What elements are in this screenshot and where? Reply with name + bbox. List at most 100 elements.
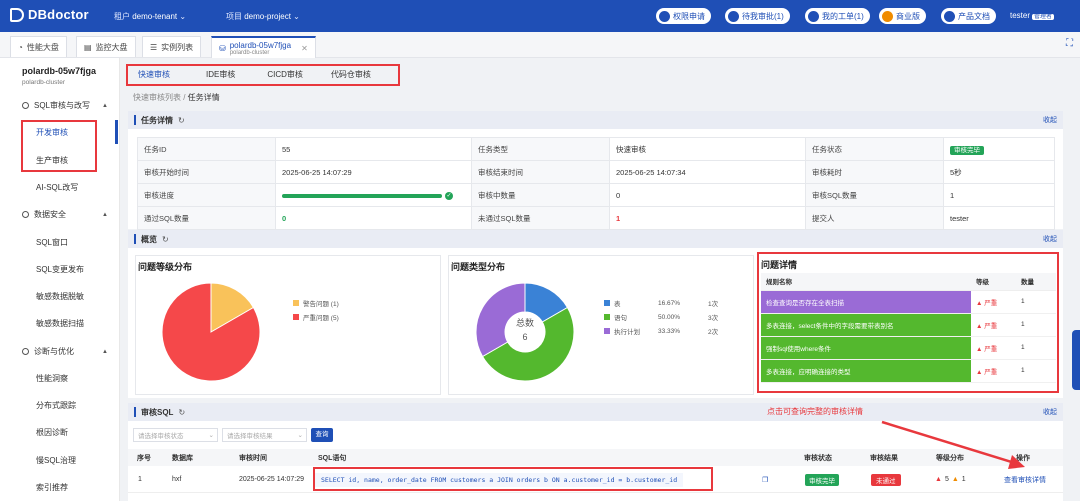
pending-approval-button[interactable]: 待我审批(1) bbox=[725, 8, 790, 24]
row-no: 1 bbox=[138, 476, 142, 483]
logo-icon bbox=[10, 7, 24, 22]
legend-item[interactable]: 警告问题 (1) bbox=[293, 298, 339, 308]
annotation-text: 点击可查询完整的审核详情 bbox=[767, 407, 863, 416]
float-side-tab[interactable] bbox=[1072, 330, 1080, 390]
refresh-icon[interactable]: ↻ bbox=[162, 235, 169, 244]
sidebar-group-data-security[interactable]: 数据安全 ▲ bbox=[22, 209, 108, 220]
collapse-button[interactable]: 收起 bbox=[1043, 234, 1057, 244]
sidebar-group-diagnosis[interactable]: 诊断与优化 ▲ bbox=[22, 346, 108, 357]
label-in-review: 审核中数量 bbox=[471, 183, 610, 207]
chevron-down-icon: ⌄ bbox=[179, 12, 187, 21]
sidebar-item-data-scan[interactable]: 敏感数据扫描 bbox=[36, 318, 84, 329]
value-duration: 5秒 bbox=[943, 160, 1055, 184]
legend-swatch bbox=[293, 314, 299, 320]
rule-count: 1 bbox=[1016, 313, 1056, 337]
tab-cicd-review[interactable]: CICD审核 bbox=[257, 64, 313, 86]
tab-performance-dashboard[interactable]: ◔ 性能大盘 bbox=[10, 36, 67, 57]
tab-monitor-dashboard[interactable]: ▤ 监控大盘 bbox=[76, 36, 136, 57]
product-docs-button[interactable]: 产品文档 bbox=[941, 8, 996, 24]
table-row[interactable]: 强制sql使用where条件 ▲ 严重 1 bbox=[761, 336, 1056, 360]
sidebar-item-perf-insight[interactable]: 性能洞察 bbox=[36, 373, 68, 384]
project-selector[interactable]: 项目 demo-project ⌄ bbox=[226, 11, 300, 22]
review-type-tabs: 快速审核 IDE审核 CICD审核 代码仓审核 bbox=[128, 64, 398, 86]
legend-item[interactable]: 语句 50.00% 3次 bbox=[604, 312, 718, 322]
my-tickets-button[interactable]: 我的工单(1) bbox=[805, 8, 870, 24]
copy-icon[interactable]: ❐ bbox=[762, 467, 768, 492]
severe-count: 5 bbox=[944, 476, 949, 483]
sidebar-item-ai-sql-rewrite[interactable]: AI-SQL改写 bbox=[36, 182, 78, 193]
monitor-icon: ▤ bbox=[84, 42, 92, 52]
tenant-label: 租户 bbox=[114, 12, 130, 21]
legend-percent: 50.00% bbox=[658, 313, 681, 321]
chevron-up-icon: ▲ bbox=[102, 348, 108, 355]
result-badge: 未通过 bbox=[871, 473, 901, 486]
permission-request-button[interactable]: 权限申请 bbox=[656, 8, 711, 24]
button-label: 商业版 bbox=[896, 11, 920, 21]
table-row[interactable]: 检查查询是否存在全表扫描 ▲ 严重 1 bbox=[761, 290, 1056, 314]
username: tester bbox=[1010, 11, 1031, 20]
sidebar-item-data-masking[interactable]: 敏感数据脱敏 bbox=[36, 291, 84, 302]
label-passed: 通过SQL数量 bbox=[137, 206, 276, 230]
table-row[interactable]: 多表连接，select条件中的字段需要带表别名 ▲ 严重 1 bbox=[761, 313, 1056, 337]
status-filter-select[interactable]: 请选择审核状态 ⌄ bbox=[133, 428, 218, 442]
sidebar-item-distributed-trace[interactable]: 分布式跟踪 bbox=[36, 400, 76, 411]
sidebar-item-dev-review[interactable]: 开发审核 bbox=[36, 127, 68, 138]
sidebar-item-index-advice[interactable]: 索引推荐 bbox=[36, 482, 68, 493]
fullscreen-icon[interactable]: ⛶ bbox=[1066, 38, 1073, 49]
legend-swatch bbox=[604, 300, 610, 306]
result-filter-select[interactable]: 请选择审核结果 ⌄ bbox=[222, 428, 307, 442]
tab-ide-review[interactable]: IDE审核 bbox=[196, 64, 245, 86]
tab-label: 性能大盘 bbox=[26, 42, 59, 52]
logo-text: DBdoctor bbox=[28, 7, 89, 22]
legend-item[interactable]: 严重问题 (5) bbox=[293, 312, 339, 322]
legend-item[interactable]: 表 16.67% 1次 bbox=[604, 298, 718, 308]
collapse-button[interactable]: 收起 bbox=[1043, 407, 1057, 417]
label-progress: 审核进度 bbox=[137, 183, 276, 207]
role-badge: 管理者 bbox=[1032, 14, 1055, 20]
user-menu[interactable]: tester 管理者 bbox=[1010, 11, 1055, 20]
select-placeholder: 请选择审核状态 bbox=[138, 433, 184, 440]
sidebar-item-root-cause[interactable]: 根因诊断 bbox=[36, 427, 68, 438]
group-label: 诊断与优化 bbox=[34, 347, 74, 356]
sql-statement[interactable]: SELECT id, name, order_date FROM custome… bbox=[315, 472, 684, 487]
tenant-selector[interactable]: 租户 demo-tenant ⌄ bbox=[114, 11, 186, 22]
breadcrumb-parent[interactable]: 快速审核列表 bbox=[133, 93, 181, 102]
section-title: 审核SQL bbox=[141, 407, 174, 417]
sidebar-item-sql-change[interactable]: SQL变更发布 bbox=[36, 264, 84, 275]
tab-instance-detail[interactable]: ⛁ polardb-05w7fjga polardb-cluster ✕ bbox=[211, 36, 316, 58]
severity-cell: ▲ 严重 bbox=[971, 336, 1016, 360]
tab-repo-review[interactable]: 代码仓审核 bbox=[321, 64, 381, 86]
rule-count: 1 bbox=[1016, 336, 1056, 360]
refresh-icon[interactable]: ↻ bbox=[178, 116, 185, 125]
severity-cell: ▲ 严重 bbox=[971, 359, 1016, 383]
query-button[interactable]: 查询 bbox=[311, 428, 333, 442]
sidebar-group-sql-review[interactable]: SQL审核与改写 ▲ bbox=[22, 100, 108, 111]
button-label: 产品文档 bbox=[958, 11, 990, 21]
rule-count: 1 bbox=[1016, 290, 1056, 314]
sidebar-item-prod-review[interactable]: 生产审核 bbox=[36, 155, 68, 166]
severity-pie bbox=[161, 282, 261, 382]
crown-icon bbox=[882, 10, 893, 22]
close-icon[interactable]: ✕ bbox=[301, 44, 308, 53]
value-in-review: 0 bbox=[609, 183, 806, 207]
sidebar-item-slow-sql[interactable]: 慢SQL治理 bbox=[36, 455, 76, 466]
sidebar-item-sql-window[interactable]: SQL窗口 bbox=[36, 237, 68, 248]
tab-instance-list[interactable]: ☰ 实例列表 bbox=[142, 36, 202, 57]
button-label: 待我审批(1) bbox=[742, 11, 784, 21]
refresh-icon[interactable]: ↻ bbox=[178, 408, 185, 417]
col-sql: SQL语句 bbox=[318, 454, 347, 462]
legend-item[interactable]: 执行计划 33.33% 2次 bbox=[604, 326, 718, 336]
tenant-value: demo-tenant bbox=[132, 12, 178, 21]
stethoscope-icon bbox=[22, 348, 29, 355]
app-logo[interactable]: DBdoctor bbox=[10, 7, 89, 22]
table-row[interactable]: 多表连接，应明确连接的类型 ▲ 严重 1 bbox=[761, 359, 1056, 383]
value-submitter: tester bbox=[943, 206, 1055, 230]
document-icon bbox=[944, 10, 955, 22]
section-title: 任务详情 bbox=[141, 115, 173, 125]
collapse-button[interactable]: 收起 bbox=[1043, 115, 1057, 125]
tab-quick-review[interactable]: 快速审核 bbox=[128, 64, 180, 86]
table-row: 审核进度 ✓ 审核中数量 0 审核SQL数量 1 bbox=[137, 183, 1055, 207]
commercial-edition-button[interactable]: 商业版 bbox=[879, 8, 926, 24]
label-duration: 审核耗时 bbox=[805, 160, 944, 184]
label-task-id: 任务ID bbox=[137, 137, 276, 161]
